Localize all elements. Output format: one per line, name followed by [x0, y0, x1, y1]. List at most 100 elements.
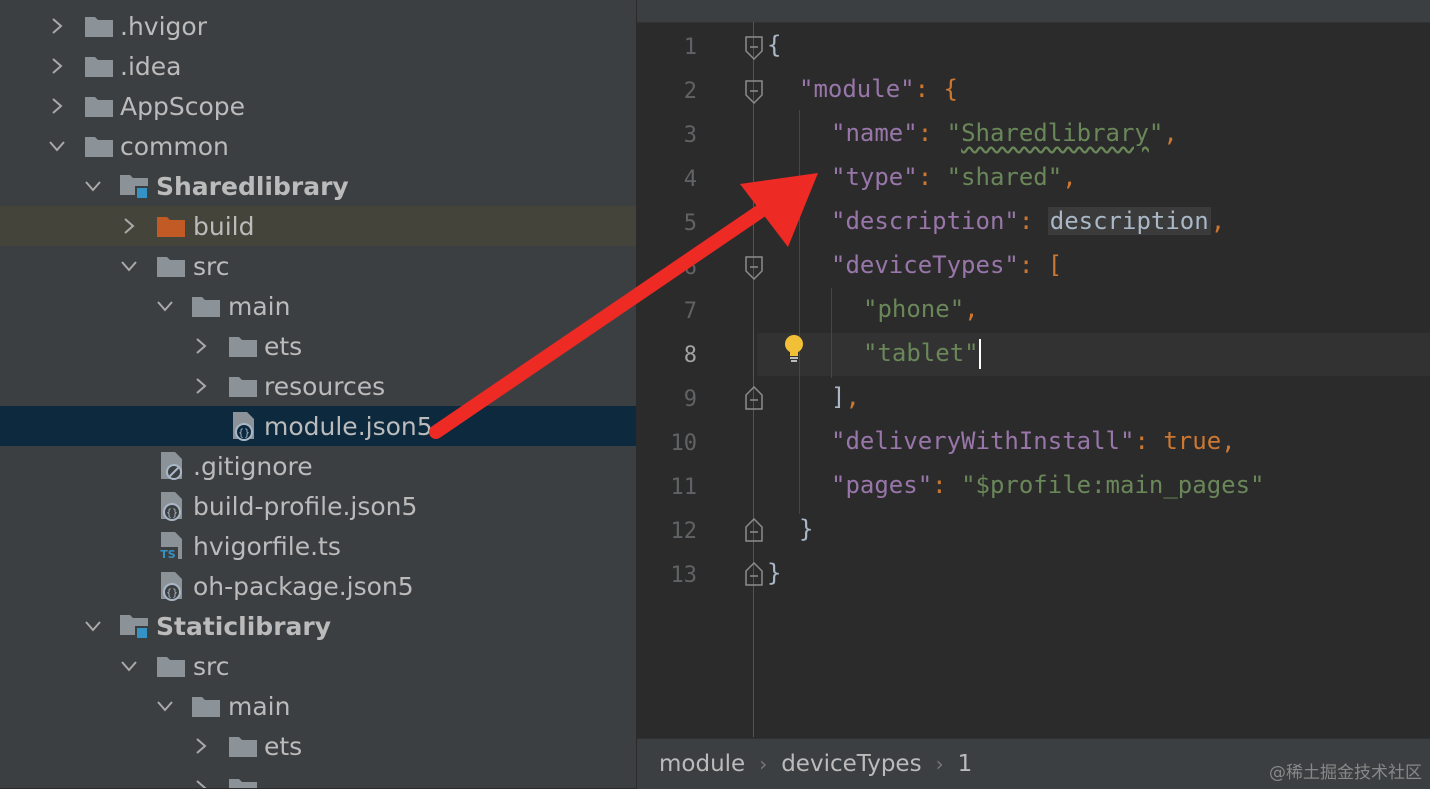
- svg-text:{}: {}: [166, 508, 178, 519]
- token-punct: :: [917, 163, 947, 191]
- token-string: ": [946, 119, 962, 147]
- line-number: 10: [670, 431, 698, 456]
- chevron-down-icon[interactable]: [79, 606, 107, 646]
- tree-item-hvigor[interactable]: .hvigor: [0, 6, 636, 46]
- code-line-13: }: [767, 559, 781, 587]
- watermark: @稀土掘金技术社区: [1269, 763, 1422, 783]
- tree-item-label: main: [228, 291, 291, 321]
- tree-item-ets[interactable]: ets: [0, 726, 636, 766]
- code-line-8[interactable]: "tablet": [863, 339, 981, 369]
- tree-item-label: module.json5: [264, 411, 433, 441]
- code-line-9: ],: [831, 383, 860, 411]
- tree-item-oh-package[interactable]: {} oh-package.json5: [0, 566, 636, 606]
- fold-collapse-icon[interactable]: [745, 36, 763, 60]
- chevron-right-icon[interactable]: [187, 768, 215, 788]
- breadcrumb-item-index[interactable]: 1: [958, 751, 973, 777]
- folder-icon: [84, 6, 114, 46]
- chevron-down-icon[interactable]: [43, 126, 71, 166]
- tree-item-label: .gitignore: [193, 451, 313, 481]
- tree-item-label: resources: [264, 371, 386, 401]
- tree-item-build[interactable]: build: [0, 206, 636, 246]
- chevron-right-icon[interactable]: [187, 726, 215, 766]
- chevron-right-icon[interactable]: [43, 46, 71, 86]
- code-editor[interactable]: 1 2 3 4 5 6 7 8 9 10 11 12 13 { "module"…: [637, 0, 1430, 789]
- line-number: 12: [670, 519, 698, 544]
- folder-icon: [84, 126, 114, 166]
- token-string-typo: Sharedlibrary: [961, 119, 1149, 147]
- token-punct: :: [1134, 427, 1164, 455]
- chevron-right-icon[interactable]: [187, 366, 215, 406]
- token-string: "$profile:main_pages": [961, 471, 1265, 499]
- fold-collapse-icon[interactable]: [745, 80, 763, 104]
- chevron-down-icon[interactable]: [79, 166, 107, 206]
- fold-end-icon[interactable]: [745, 386, 763, 410]
- token-brace: }: [767, 559, 782, 587]
- folder-icon: [191, 686, 221, 726]
- tree-item-src[interactable]: src: [0, 646, 636, 686]
- token-punct: :: [917, 119, 947, 147]
- lightbulb-icon[interactable]: [782, 333, 806, 365]
- line-number: 2: [683, 79, 697, 104]
- token-punct: ,: [1210, 207, 1226, 235]
- tree-item-sharedlibrary[interactable]: Sharedlibrary: [0, 166, 636, 206]
- tree-item-gitignore[interactable]: .gitignore: [0, 446, 636, 486]
- token-punct: ,: [1062, 163, 1077, 191]
- tree-item-src[interactable]: src: [0, 246, 636, 286]
- tree-item-label: Staticlibrary: [156, 611, 332, 641]
- breadcrumb-item-module[interactable]: module: [659, 751, 745, 777]
- tree-item-common[interactable]: common: [0, 126, 636, 166]
- text-caret: [978, 339, 981, 369]
- token-string: "shared": [946, 163, 1063, 191]
- tree-item-label: .hvigor: [120, 11, 207, 41]
- chevron-down-icon[interactable]: [151, 686, 179, 726]
- token-key: "type": [831, 163, 918, 191]
- chevron-down-icon[interactable]: [151, 286, 179, 326]
- tree-item-idea[interactable]: .idea: [0, 46, 636, 86]
- tree-item-label: common: [120, 131, 229, 161]
- token-punct: : {: [914, 75, 958, 103]
- chevron-right-icon[interactable]: [187, 326, 215, 366]
- code-line-1: {: [767, 31, 781, 59]
- code-line-5: "description": description,: [831, 207, 1225, 235]
- breadcrumb-item-devicetypes[interactable]: deviceTypes: [781, 751, 921, 777]
- tree-item-main[interactable]: main: [0, 686, 636, 726]
- tree-item-label: .idea: [120, 51, 182, 81]
- gitignore-file-icon: [157, 446, 187, 486]
- tree-item-module-json5[interactable]: {} module.json5: [0, 406, 636, 446]
- line-number: 1: [683, 35, 697, 60]
- token-brace: {: [767, 31, 782, 59]
- token-key: "pages": [831, 471, 933, 499]
- chevron-right-icon[interactable]: [115, 206, 143, 246]
- chevron-right-icon[interactable]: [43, 86, 71, 126]
- fold-collapse-icon[interactable]: [745, 256, 763, 280]
- token-punct: : [: [1018, 251, 1063, 279]
- token-key: "deliveryWithInstall": [831, 427, 1135, 455]
- tree-item-resources[interactable]: resources: [0, 366, 636, 406]
- fold-end-icon[interactable]: [745, 518, 763, 542]
- tree-item-label: ets: [264, 331, 303, 361]
- fold-end-icon[interactable]: [745, 562, 763, 586]
- tree-item-main[interactable]: main: [0, 286, 636, 326]
- tree-item-label: build: [193, 211, 255, 241]
- tree-item-build-profile[interactable]: {} build-profile.json5: [0, 486, 636, 526]
- chevron-down-icon[interactable]: [115, 246, 143, 286]
- token-string: "tablet": [863, 339, 979, 367]
- folder-icon: [191, 286, 221, 326]
- module-folder-icon: [119, 166, 149, 206]
- tree-item-ets[interactable]: ets: [0, 326, 636, 366]
- tree-item-label: ets: [264, 731, 303, 761]
- token-key: "deviceTypes": [831, 251, 1019, 279]
- excluded-folder-icon: [156, 206, 186, 246]
- code-line-3: "name": "Sharedlibrary",: [831, 119, 1178, 147]
- svg-text:TS: TS: [160, 548, 176, 561]
- tree-item-staticlibrary[interactable]: Staticlibrary: [0, 606, 636, 646]
- tree-item-label: build-profile.json5: [193, 491, 418, 521]
- chevron-down-icon[interactable]: [115, 646, 143, 686]
- folder-icon: [156, 646, 186, 686]
- line-number: 5: [683, 211, 697, 236]
- tree-item-appscope[interactable]: AppScope: [0, 86, 636, 126]
- chevron-right-icon[interactable]: [43, 6, 71, 46]
- tree-item-partial[interactable]: [0, 768, 636, 788]
- tree-item-hvigorfile[interactable]: TS hvigorfile.ts: [0, 526, 636, 566]
- token-string: ": [1148, 119, 1164, 147]
